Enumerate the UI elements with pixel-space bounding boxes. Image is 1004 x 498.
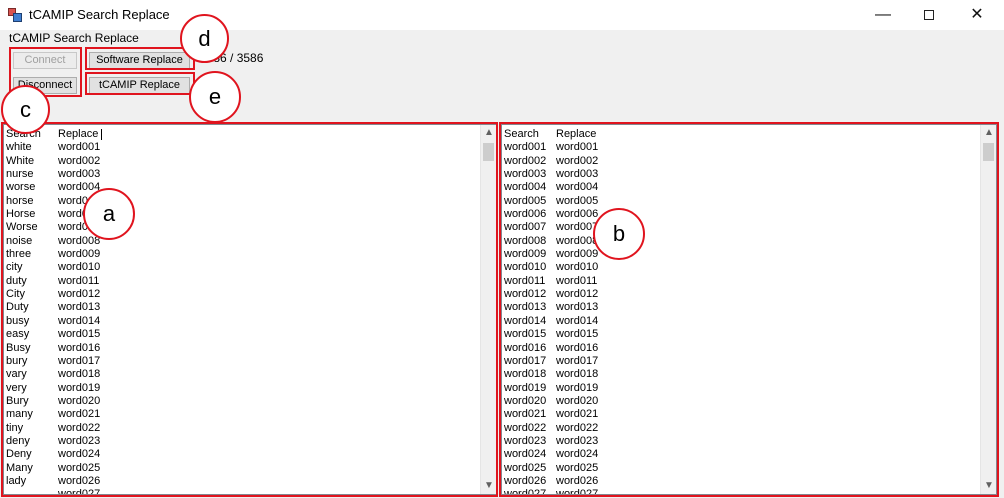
form-label: tCAMIP Search Replace	[9, 31, 139, 45]
highlight-input-box	[1, 122, 498, 497]
title-bar: tCAMIP Search Replace — ✕	[0, 0, 1004, 30]
callout-c: c	[1, 85, 50, 134]
highlight-output-box	[499, 122, 999, 497]
minimize-button[interactable]: —	[860, 0, 906, 30]
highlight-tcamip-replace	[85, 72, 195, 95]
maximize-button[interactable]	[906, 0, 952, 30]
highlight-software-replace	[85, 47, 195, 70]
app-icon	[8, 8, 22, 22]
window-title: tCAMIP Search Replace	[29, 7, 170, 22]
callout-b: b	[593, 208, 645, 260]
close-button[interactable]: ✕	[954, 0, 1000, 30]
callout-a: a	[83, 188, 135, 240]
callout-d: d	[180, 14, 229, 63]
minimize-icon: —	[875, 6, 891, 23]
close-icon: ✕	[970, 6, 984, 23]
maximize-icon	[924, 9, 934, 20]
callout-e: e	[189, 71, 241, 123]
